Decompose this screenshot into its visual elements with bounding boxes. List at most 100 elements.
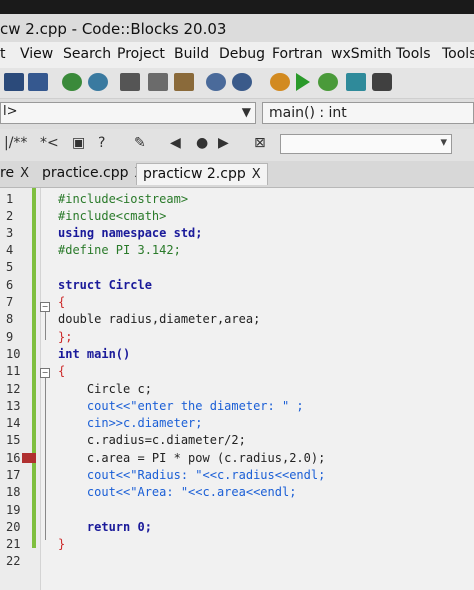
fold-toggle-main[interactable]: −: [40, 368, 50, 378]
comment-icon[interactable]: |/**: [4, 135, 27, 151]
code-line: c.radius=c.diameter/2;: [58, 433, 246, 447]
paste-icon[interactable]: [174, 73, 194, 91]
jump-back-icon[interactable]: ▣: [72, 135, 85, 151]
code-line: #include<iostream>: [58, 192, 189, 206]
chevron-down-icon: ▼: [241, 105, 251, 119]
fold-line: [45, 312, 46, 340]
code-line: cout<<"enter the diameter: " ;: [58, 399, 304, 413]
line-number: 1: [6, 192, 14, 206]
clear-icon[interactable]: ⊠: [254, 135, 266, 151]
menu-item-search[interactable]: Search: [63, 46, 111, 62]
doc-comment-icon[interactable]: *<: [40, 135, 59, 151]
screen-edge: [0, 0, 474, 14]
menu-item-wxsmith[interactable]: wxSmith: [331, 46, 392, 62]
main-toolbar: [0, 68, 474, 99]
code-line: return 0;: [58, 520, 152, 534]
tab-label: practicw 2.cpp: [143, 166, 246, 182]
code-line: c.area = PI * pow (c.radius,2.0);: [58, 451, 326, 465]
menu-bar: t View Search Project Build Debug Fortra…: [0, 42, 474, 68]
menu-item-project[interactable]: Project: [117, 46, 165, 62]
line-number: 7: [6, 295, 14, 309]
close-icon[interactable]: X: [252, 167, 261, 182]
undo-icon[interactable]: [62, 73, 82, 91]
line-number: 19: [6, 503, 21, 517]
close-icon[interactable]: X: [20, 166, 29, 181]
debug-toolbar: |/** *< ▣ ? ✎ ◀ ● ▶ ⊠ ▾: [0, 129, 474, 162]
code-completion-bar: l> ▼ main() : int: [0, 99, 474, 129]
code-line: Circle c;: [58, 382, 152, 396]
code-line: cout<<"Radius: "<<c.radius<<endl;: [58, 468, 326, 482]
find-icon[interactable]: [206, 73, 226, 91]
tab-practice-cpp[interactable]: practice.cppX: [42, 165, 143, 187]
line-number: 14: [6, 416, 21, 430]
cut-icon[interactable]: [120, 73, 140, 91]
code-editor[interactable]: − − 1 2 3 4 5 6 7 8 9 10 11 12 13 14 15 …: [0, 188, 474, 590]
rebuild-icon[interactable]: [346, 73, 366, 91]
menu-item-build[interactable]: Build: [174, 46, 209, 62]
scope-select-value: l>: [3, 104, 18, 119]
code-line: int main(): [58, 347, 131, 361]
tab-previous[interactable]: re X: [0, 165, 29, 187]
save-icon[interactable]: [4, 73, 24, 91]
code-line: cin>>c.diameter;: [58, 416, 203, 430]
line-number: 12: [6, 382, 21, 396]
next-bookmark-icon[interactable]: ▶: [218, 135, 229, 151]
redo-icon[interactable]: [88, 73, 108, 91]
code-line: using namespace std;: [58, 226, 203, 240]
line-number: 9: [6, 330, 14, 344]
line-number: 16: [6, 451, 21, 465]
code-line: {: [58, 364, 66, 378]
tab-label: practice.cpp: [42, 165, 129, 181]
code-line: {: [58, 295, 66, 309]
line-number: 5: [6, 260, 14, 274]
menu-item-tools[interactable]: Tools: [396, 46, 431, 62]
line-number: 22: [6, 554, 21, 568]
run-icon[interactable]: [296, 73, 310, 91]
scope-select[interactable]: l> ▼: [0, 102, 256, 124]
chevron-down-icon: ▾: [440, 135, 447, 150]
line-number: 11: [6, 364, 21, 378]
code-line: struct Circle: [58, 278, 152, 292]
code-line: #define PI 3.142;: [58, 243, 181, 257]
line-number: 6: [6, 278, 14, 292]
line-number: 3: [6, 226, 14, 240]
window-title: cw 2.cpp - Code::Blocks 20.03: [0, 20, 227, 38]
toggle-bookmark-icon[interactable]: ●: [196, 135, 208, 151]
line-number: 13: [6, 399, 21, 413]
menu-item-tools-plus[interactable]: Tools: [442, 46, 474, 62]
gear-icon[interactable]: [270, 73, 290, 91]
fold-toggle-struct[interactable]: −: [40, 302, 50, 312]
line-number: 18: [6, 485, 21, 499]
line-number: 15: [6, 433, 21, 447]
tab-practicw-2-cpp[interactable]: practicw 2.cpp X: [136, 163, 268, 185]
code-line: double radius,diameter,area;: [58, 312, 261, 326]
save-all-icon[interactable]: [28, 73, 48, 91]
change-bar: [32, 188, 36, 548]
function-select-value: main() : int: [269, 105, 347, 121]
code-line: #include<cmath>: [58, 209, 167, 223]
function-select[interactable]: main() : int: [262, 102, 474, 124]
code-line: };: [58, 330, 73, 344]
code-line: cout<<"Area: "<<c.area<<endl;: [58, 485, 297, 499]
menu-item-debug[interactable]: Debug: [219, 46, 265, 62]
search-input[interactable]: ▾: [280, 134, 452, 154]
edit-icon[interactable]: ✎: [134, 135, 146, 151]
breakpoint-marker[interactable]: [22, 453, 36, 463]
help-icon[interactable]: ?: [98, 135, 105, 151]
menu-item-edit[interactable]: t: [0, 46, 6, 62]
line-number: 20: [6, 520, 21, 534]
menu-item-fortran[interactable]: Fortran: [272, 46, 323, 62]
copy-icon[interactable]: [148, 73, 168, 91]
line-number: 4: [6, 243, 14, 257]
line-number: 8: [6, 312, 14, 326]
title-bar: cw 2.cpp - Code::Blocks 20.03: [0, 0, 474, 42]
replace-icon[interactable]: [232, 73, 252, 91]
editor-tabs: re X practice.cppX practicw 2.cpp X: [0, 161, 474, 188]
prev-bookmark-icon[interactable]: ◀: [170, 135, 181, 151]
build-run-icon[interactable]: [318, 73, 338, 91]
line-number: 17: [6, 468, 21, 482]
menu-item-view[interactable]: View: [20, 46, 53, 62]
tab-label: re: [0, 165, 15, 181]
line-number: 2: [6, 209, 14, 223]
abort-icon[interactable]: [372, 73, 392, 91]
